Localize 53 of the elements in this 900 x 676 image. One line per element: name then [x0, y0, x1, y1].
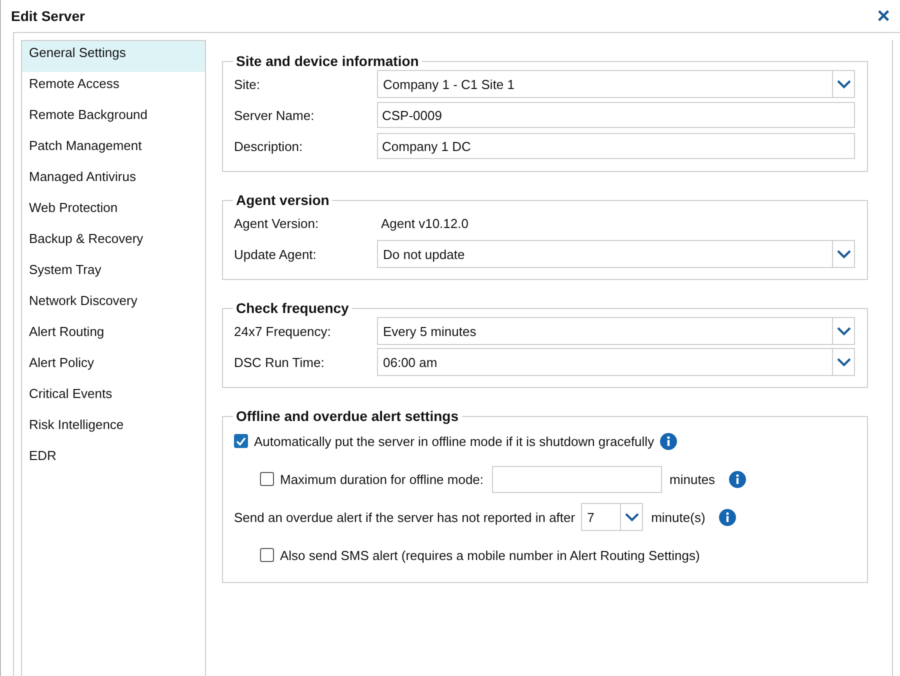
- sidebar-item[interactable]: Managed Antivirus: [22, 165, 205, 196]
- group-title: Offline and overdue alert settings: [235, 408, 460, 424]
- input-field[interactable]: CSP-0009: [377, 102, 855, 128]
- checkbox-label: Automatically put the server in offline mode if it is shutdown gracefully: [254, 434, 654, 448]
- group-title: Check frequency: [235, 300, 350, 316]
- sidebar-item[interactable]: Remote Background: [22, 103, 205, 134]
- checkbox[interactable]: [260, 548, 274, 562]
- field-label: 24x7 Frequency:: [234, 324, 332, 338]
- value-text: Agent v10.12.0: [380, 216, 468, 230]
- info-icon[interactable]: [660, 432, 678, 450]
- caret-icon: [836, 80, 850, 88]
- overdue-label: Send an overdue alert if the server has not reported in after: [234, 510, 576, 524]
- sidebar-item[interactable]: Backup & Recovery: [22, 227, 205, 258]
- caret-icon: [836, 250, 850, 258]
- field-label: DSC Run Time:: [234, 354, 326, 370]
- field-label: Update Agent:: [234, 246, 318, 262]
- close-button[interactable]: ×: [873, 5, 894, 27]
- sidebar-item[interactable]: Alert Routing: [22, 320, 205, 351]
- info-icon[interactable]: [729, 470, 746, 488]
- window-title: Edit Server: [11, 8, 85, 24]
- info-icon[interactable]: [719, 508, 736, 526]
- dropdown[interactable]: Company 1 - C1 Site 1: [377, 70, 855, 98]
- group-title: Agent version: [235, 192, 330, 208]
- caret-icon: [836, 326, 850, 336]
- sidebar-item[interactable]: Risk Intelligence: [22, 413, 205, 444]
- sidebar-item[interactable]: Patch Management: [22, 134, 205, 165]
- sidebar-item[interactable]: Remote Access: [22, 72, 205, 103]
- field-label: Description:: [234, 138, 304, 154]
- sidebar-item[interactable]: Critical Events: [22, 382, 205, 413]
- dropdown[interactable]: Do not update: [377, 240, 855, 268]
- checkbox-label: Maximum duration for offline mode:: [280, 472, 484, 486]
- field-label: Server Name:: [234, 108, 316, 122]
- unit-label: minutes: [670, 472, 716, 486]
- field-label: Site:: [234, 76, 262, 92]
- caret-icon: [624, 512, 639, 522]
- checkbox[interactable]: [234, 434, 248, 448]
- caret-icon: [836, 358, 850, 366]
- sidebar-item[interactable]: General Settings: [22, 41, 205, 72]
- dropdown[interactable]: 06:00 am: [377, 348, 855, 376]
- dropdown[interactable]: Every 5 minutes: [377, 317, 855, 345]
- input-field[interactable]: Company 1 DC: [377, 133, 855, 159]
- sidebar-item[interactable]: Alert Policy: [22, 351, 205, 382]
- field-label: Agent Version:: [234, 216, 320, 230]
- sidebar-item[interactable]: EDR: [22, 444, 205, 475]
- group-title: Site and device information: [235, 53, 420, 69]
- checkbox[interactable]: [260, 472, 274, 486]
- checkbox-label: Also send SMS alert (requires a mobile number in Alert Routing Settings): [280, 548, 700, 562]
- dropdown[interactable]: 7: [581, 503, 644, 531]
- sidebar-item[interactable]: Network Discovery: [22, 289, 205, 320]
- unit-label: minute(s): [651, 510, 706, 524]
- input-field[interactable]: [492, 466, 662, 492]
- sidebar-item[interactable]: Web Protection: [22, 196, 205, 227]
- sidebar-item[interactable]: System Tray: [22, 258, 205, 289]
